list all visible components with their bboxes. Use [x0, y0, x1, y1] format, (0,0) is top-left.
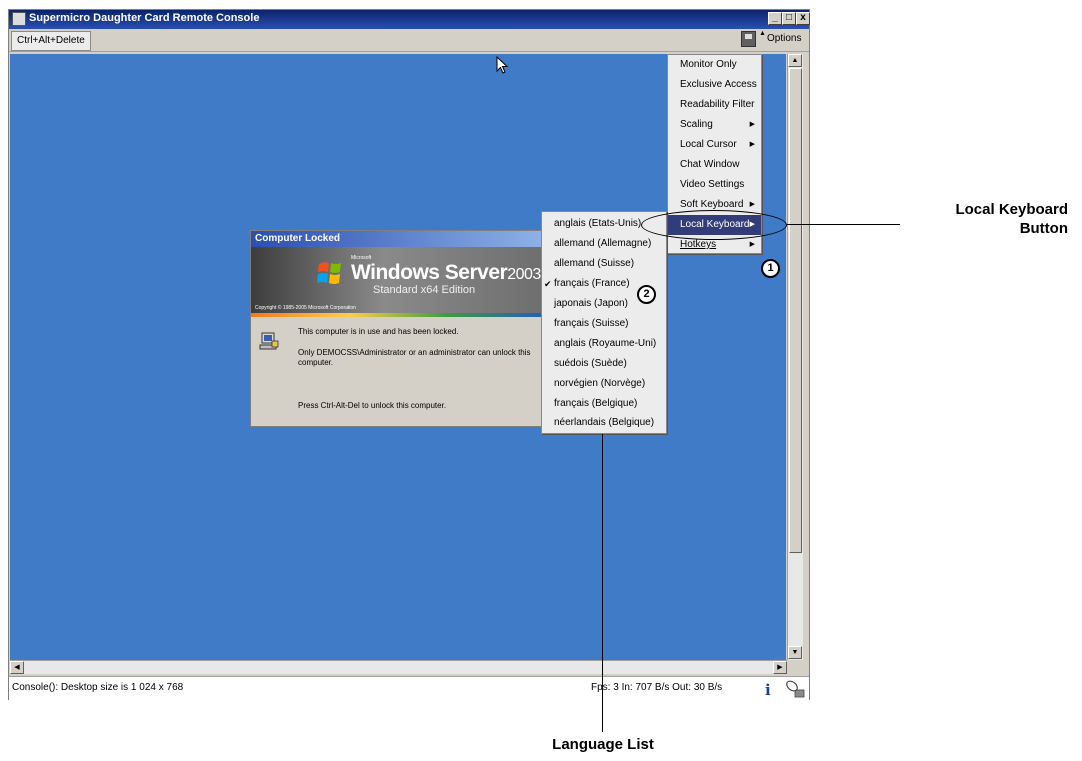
- language-list-callout: Language List: [552, 736, 654, 753]
- language-label: néerlandais (Belgique): [554, 417, 655, 428]
- language-item[interactable]: allemand (Suisse): [542, 254, 666, 274]
- scroll-down-arrow-icon[interactable]: ▼: [788, 646, 802, 659]
- menu-item-monitor-only[interactable]: Monitor Only: [668, 55, 761, 75]
- language-item[interactable]: français (Suisse): [542, 314, 666, 334]
- menu-item-scaling[interactable]: Scaling ▶: [668, 115, 761, 135]
- marker-1: 1: [761, 259, 780, 278]
- language-list-callout-line: [602, 434, 603, 732]
- caret-up-icon: ▲: [759, 30, 766, 37]
- app-icon: [12, 12, 26, 26]
- menu-item-exclusive-access[interactable]: Exclusive Access: [668, 75, 761, 95]
- computer-locked-dialog: Computer Locked Microsoft Windows Server…: [250, 230, 546, 427]
- language-item[interactable]: allemand (Allemagne): [542, 234, 666, 254]
- toolbar: Ctrl+Alt+Delete ▲ Options: [9, 29, 809, 52]
- edition-text: Standard x64 Edition: [373, 284, 476, 296]
- product-name-text: Windows Server: [351, 261, 508, 284]
- info-icon[interactable]: i: [765, 681, 771, 699]
- scroll-right-arrow-icon[interactable]: ▶: [773, 661, 787, 674]
- local-keyboard-highlight-ellipse: [641, 210, 787, 240]
- options-button[interactable]: Options: [767, 33, 801, 44]
- title-bar[interactable]: Supermicro Daughter Card Remote Console …: [9, 10, 810, 29]
- menu-item-label: Chat Window: [680, 159, 740, 170]
- language-label: suédois (Suède): [554, 358, 627, 369]
- callout-line-1: Local Keyboard: [955, 201, 1068, 218]
- language-label: anglais (Etats-Unis): [554, 218, 642, 229]
- horizontal-scrollbar[interactable]: ◀ ▶: [10, 660, 787, 674]
- submenu-arrow-icon: ▶: [749, 121, 755, 128]
- ctrl-alt-delete-button[interactable]: Ctrl+Alt+Delete: [11, 31, 91, 51]
- submenu-arrow-icon: ▶: [749, 141, 755, 148]
- menu-item-label: Scaling: [680, 119, 713, 130]
- menu-item-label: Readability Filter: [680, 99, 755, 110]
- language-label: allemand (Suisse): [554, 258, 635, 269]
- language-label: français (Belgique): [554, 398, 638, 409]
- product-name: Windows Server2003: [351, 261, 541, 285]
- throughput-status: Fps: 3 In: 707 B/s Out: 30 B/s: [591, 682, 723, 693]
- window-title: Supermicro Daughter Card Remote Console: [29, 12, 260, 24]
- menu-item-label: Exclusive Access: [680, 79, 757, 90]
- menu-item-label: Local Cursor: [680, 139, 737, 150]
- menu-item-video-settings[interactable]: Video Settings: [668, 175, 761, 195]
- local-keyboard-callout-line: [787, 224, 900, 225]
- menu-item-local-cursor[interactable]: Local Cursor ▶: [668, 135, 761, 155]
- floppy-disk-icon[interactable]: [741, 31, 756, 47]
- dialog-body: This computer is in use and has been loc…: [251, 317, 545, 426]
- unlock-permission-message: Only DEMOCSS\Administrator or an adminis…: [298, 348, 531, 367]
- copyright-text: Copyright © 1985-2005 Microsoft Corporat…: [255, 305, 356, 311]
- mouse-cursor-icon: [496, 56, 509, 74]
- product-year: 2003: [507, 266, 541, 283]
- keyboard-icon[interactable]: [785, 679, 805, 698]
- dialog-title: Computer Locked: [251, 231, 545, 247]
- language-label: japonais (Japon): [554, 298, 628, 309]
- windows-logo-icon: [317, 262, 341, 284]
- ctrl-alt-del-instruction: Press Ctrl-Alt-Del to unlock this comput…: [298, 401, 447, 410]
- local-keyboard-callout: Local Keyboard Button: [895, 200, 1068, 238]
- language-label: français (France): [554, 278, 630, 289]
- language-label: norvégien (Norvège): [554, 378, 646, 389]
- windows-server-banner: Microsoft Windows Server2003 Standard x6…: [251, 247, 545, 313]
- marker-2: 2: [637, 285, 656, 304]
- language-item[interactable]: français (Belgique): [542, 394, 666, 414]
- language-label: français (Suisse): [554, 318, 629, 329]
- scroll-up-arrow-icon[interactable]: ▲: [788, 54, 802, 67]
- language-list-menu: anglais (Etats-Unis) allemand (Allemagne…: [541, 211, 667, 434]
- desktop-size-status: Console(): Desktop size is 1 024 x 768: [12, 682, 184, 693]
- language-item[interactable]: néerlandais (Belgique): [542, 413, 666, 433]
- language-item[interactable]: suédois (Suède): [542, 354, 666, 374]
- locked-message: This computer is in use and has been loc…: [298, 327, 459, 336]
- maximize-button[interactable]: □: [782, 12, 796, 25]
- computer-lock-icon: [259, 332, 279, 350]
- status-bar: Console(): Desktop size is 1 024 x 768 F…: [9, 676, 809, 700]
- menu-item-label: Monitor Only: [680, 59, 737, 70]
- menu-item-readability-filter[interactable]: Readability Filter: [668, 95, 761, 115]
- close-button[interactable]: x: [796, 12, 810, 25]
- menu-item-label: Video Settings: [680, 179, 745, 190]
- callout-line-2: Button: [1019, 220, 1068, 237]
- language-label: anglais (Royaume-Uni): [554, 338, 657, 349]
- language-label: allemand (Allemagne): [554, 238, 652, 249]
- menu-item-chat-window[interactable]: Chat Window: [668, 155, 761, 175]
- language-item[interactable]: anglais (Royaume-Uni): [542, 334, 666, 354]
- minimize-button[interactable]: _: [768, 12, 782, 25]
- vertical-scrollbar[interactable]: ▲ ▼: [787, 54, 803, 660]
- scroll-left-arrow-icon[interactable]: ◀: [10, 661, 24, 674]
- vertical-scroll-thumb[interactable]: [789, 68, 802, 553]
- language-item[interactable]: norvégien (Norvège): [542, 374, 666, 394]
- checkmark-icon: ✔: [544, 279, 552, 289]
